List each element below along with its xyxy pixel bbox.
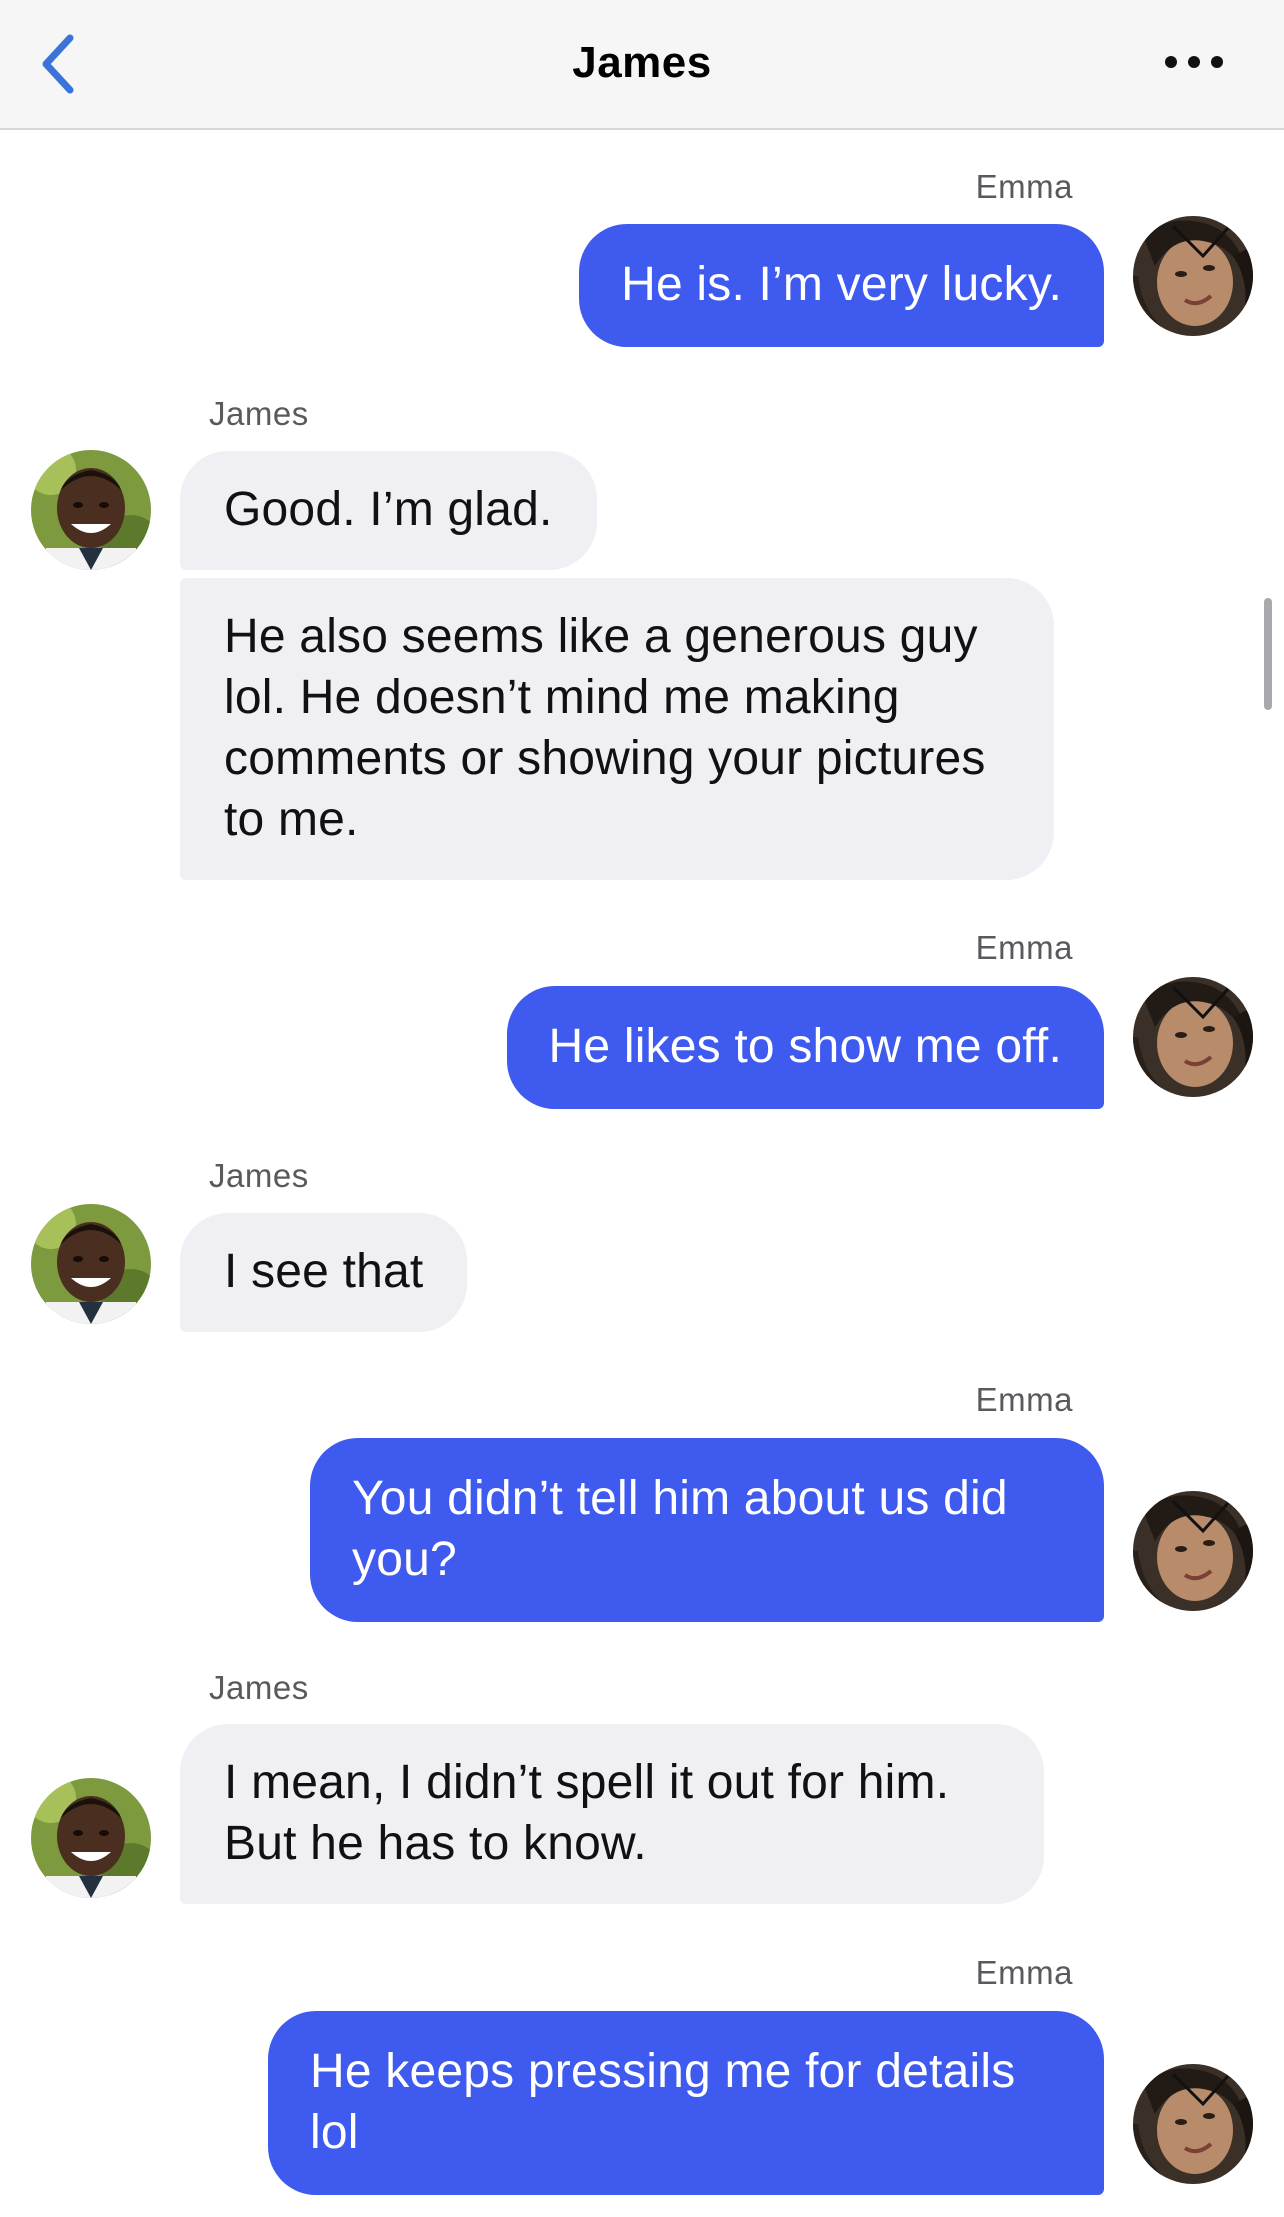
sender-name: Emma [975,1381,1073,1418]
incoming-message-bubble[interactable]: I see that [180,1213,468,1332]
scrollbar[interactable] [1264,598,1272,710]
outgoing-message-bubble[interactable]: He likes to show me off. [506,986,1104,1109]
sender-name: James [209,395,309,432]
outgoing-message-bubble[interactable]: You didn’t tell him about us did you? [310,1438,1104,1622]
emma-avatar[interactable] [1133,977,1253,1097]
more-options-button[interactable] [1159,42,1229,82]
sender-name: Emma [975,929,1073,966]
sender-name: Emma [975,1954,1073,1991]
james-avatar[interactable] [31,1204,151,1324]
james-avatar[interactable] [31,450,151,570]
sender-name: James [209,1669,309,1706]
incoming-message-bubble[interactable]: I mean, I didn’t spell it out for him. B… [180,1724,1044,1904]
emma-avatar[interactable] [1133,2064,1253,2184]
ellipsis-icon [1165,56,1223,68]
emma-avatar[interactable] [1133,216,1253,336]
james-avatar[interactable] [31,1778,151,1898]
sender-name: Emma [975,168,1073,205]
incoming-message-bubble[interactable]: He also seems like a generous guy lol. H… [180,578,1054,880]
conversation-title: James [572,38,712,87]
outgoing-message-bubble[interactable]: He is. I’m very lucky. [579,224,1104,347]
incoming-message-bubble[interactable]: Good. I’m glad. [180,451,597,570]
conversation-header: James [0,0,1284,130]
sender-name: James [209,1157,309,1194]
outgoing-message-bubble[interactable]: He keeps pressing me for details lol [268,2011,1104,2195]
emma-avatar[interactable] [1133,1491,1253,1611]
